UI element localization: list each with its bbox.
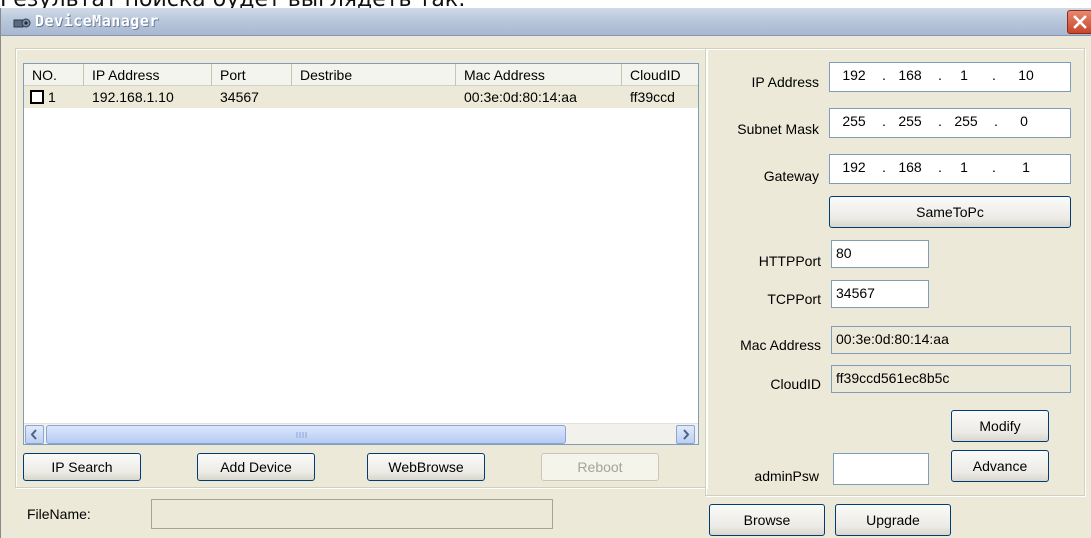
tcp-port-field[interactable]: 34567 bbox=[831, 280, 929, 308]
ip-dot-2: . bbox=[938, 67, 942, 83]
subnet-mask-field[interactable]: 255 . 255 . 255 . 0 bbox=[829, 108, 1071, 138]
http-port-field[interactable]: 80 bbox=[831, 240, 929, 268]
chevron-right-icon bbox=[683, 429, 690, 440]
gateway-octet-3: 1 bbox=[960, 159, 968, 175]
device-manager-window: DeviceManager NO. IP Address Port Destri… bbox=[0, 8, 1091, 538]
gateway-octet-4: 1 bbox=[1022, 159, 1030, 175]
http-port-label: HTTPPort bbox=[758, 253, 821, 269]
subnet-dot-1: . bbox=[882, 113, 886, 129]
filename-field[interactable] bbox=[151, 499, 553, 529]
tcp-port-label: TCPPort bbox=[767, 291, 821, 307]
cell-no: 1 bbox=[48, 89, 56, 105]
cell-mac: 00:3e:0d:80:14:aa bbox=[464, 89, 577, 105]
filename-label: FileName: bbox=[27, 506, 91, 522]
subnet-octet-2: 255 bbox=[898, 113, 922, 129]
upgrade-button[interactable]: Upgrade bbox=[835, 504, 951, 536]
ip-address-field[interactable]: 192 . 168 . 1 . 10 bbox=[829, 62, 1071, 92]
cloud-id-label: CloudID bbox=[770, 376, 821, 392]
device-list[interactable]: NO. IP Address Port Destribe Mac Address… bbox=[23, 63, 699, 445]
modify-button[interactable]: Modify bbox=[951, 410, 1049, 442]
same-to-pc-button[interactable]: SameToPc bbox=[829, 196, 1071, 228]
cell-cloudid: ff39ccd bbox=[630, 89, 675, 105]
gateway-dot-3: . bbox=[992, 159, 996, 175]
scroll-thumb[interactable] bbox=[46, 425, 566, 444]
advance-button[interactable]: Advance bbox=[951, 450, 1049, 482]
device-manager-icon bbox=[13, 16, 31, 30]
column-header-ip[interactable]: IP Address bbox=[84, 64, 212, 86]
ip-octet-4: 10 bbox=[1018, 67, 1034, 83]
gateway-field[interactable]: 192 . 168 . 1 . 1 bbox=[829, 154, 1071, 184]
gateway-dot-1: . bbox=[882, 159, 886, 175]
add-device-button[interactable]: Add Device bbox=[197, 453, 315, 481]
ip-dot-1: . bbox=[882, 67, 886, 83]
ip-octet-2: 168 bbox=[898, 67, 922, 83]
ip-search-button[interactable]: IP Search bbox=[23, 453, 141, 481]
subnet-octet-1: 255 bbox=[842, 113, 866, 129]
horizontal-scrollbar[interactable] bbox=[24, 423, 698, 444]
gateway-octet-1: 192 bbox=[842, 159, 866, 175]
cell-describe bbox=[292, 86, 456, 108]
cell-ip: 192.168.1.10 bbox=[92, 89, 174, 105]
admin-password-field[interactable] bbox=[833, 453, 929, 485]
close-button[interactable] bbox=[1067, 10, 1091, 34]
column-header-describe[interactable]: Destribe bbox=[292, 64, 456, 86]
subnet-dot-2: . bbox=[938, 113, 942, 129]
column-header-cloudid[interactable]: CloudID bbox=[622, 64, 698, 86]
column-header-mac[interactable]: Mac Address bbox=[456, 64, 622, 86]
mac-address-field: 00:3e:0d:80:14:aa bbox=[831, 326, 1071, 354]
ip-dot-3: . bbox=[992, 67, 996, 83]
subnet-mask-label: Subnet Mask bbox=[737, 121, 819, 137]
subnet-octet-3: 255 bbox=[954, 113, 978, 129]
gateway-dot-2: . bbox=[938, 159, 942, 175]
chevron-left-icon bbox=[30, 429, 37, 440]
scroll-left-button[interactable] bbox=[25, 425, 44, 444]
table-row[interactable]: 1 192.168.1.10 34567 00:3e:0d:80:14:aa f… bbox=[24, 86, 698, 108]
grip-icon bbox=[296, 432, 307, 438]
web-browse-button[interactable]: WebBrowse bbox=[367, 453, 485, 481]
scroll-right-button[interactable] bbox=[676, 425, 695, 444]
mac-address-label: Mac Address bbox=[740, 337, 821, 353]
column-header-no[interactable]: NO. bbox=[24, 64, 84, 86]
subnet-octet-4: 0 bbox=[1020, 113, 1028, 129]
subnet-dot-3: . bbox=[994, 113, 998, 129]
ip-octet-3: 1 bbox=[960, 67, 968, 83]
gateway-octet-2: 168 bbox=[898, 159, 922, 175]
ip-address-label: IP Address bbox=[751, 74, 819, 90]
ip-octet-1: 192 bbox=[842, 67, 866, 83]
title-bar[interactable]: DeviceManager bbox=[1, 8, 1091, 36]
browse-button[interactable]: Browse bbox=[709, 504, 825, 536]
list-header: NO. IP Address Port Destribe Mac Address… bbox=[24, 64, 698, 86]
reboot-button[interactable]: Reboot bbox=[541, 453, 659, 481]
window-title: DeviceManager bbox=[35, 12, 159, 30]
admin-password-label: adminPsw bbox=[754, 468, 819, 484]
cloud-id-field: ff39ccd561ec8b5c bbox=[831, 365, 1071, 393]
close-icon bbox=[1073, 15, 1087, 29]
column-header-port[interactable]: Port bbox=[212, 64, 292, 86]
gateway-label: Gateway bbox=[763, 168, 819, 184]
cell-port: 34567 bbox=[220, 89, 259, 105]
